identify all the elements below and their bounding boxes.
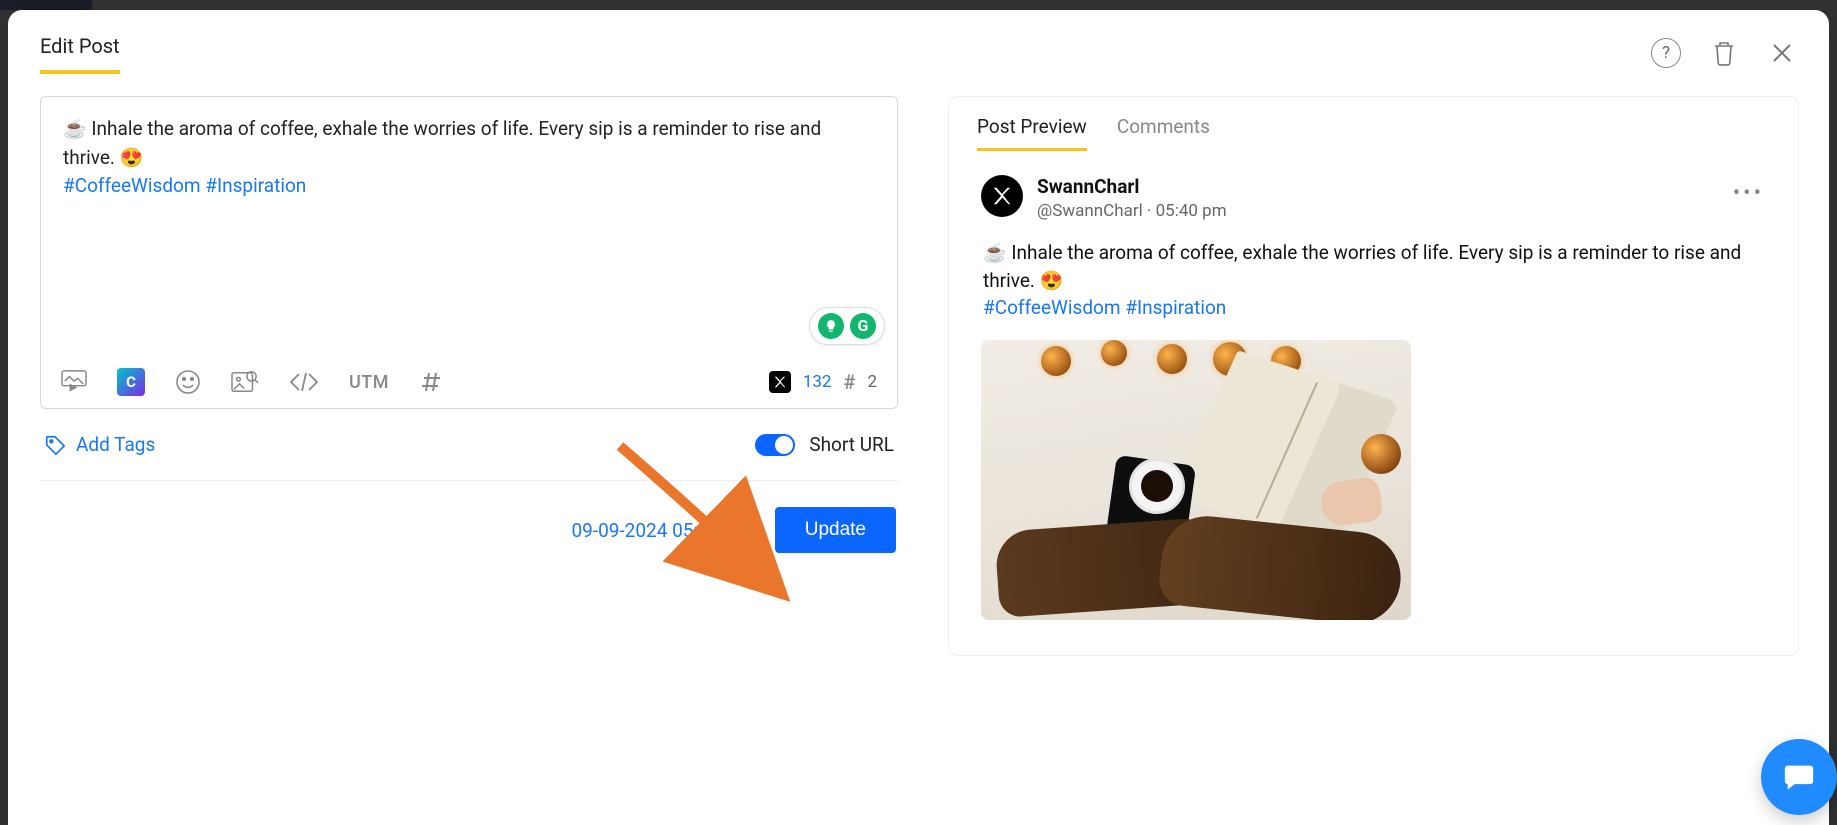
hashtag-icon[interactable] <box>419 370 443 394</box>
schedule-datetime[interactable]: 09-09-2024 05:18 PM <box>571 519 752 542</box>
delete-icon[interactable] <box>1709 38 1739 68</box>
help-icon[interactable]: ? <box>1651 38 1681 68</box>
composer-textarea[interactable]: ☕ Inhale the aroma of coffee, exhale the… <box>41 97 897 357</box>
preview-handle: @SwannCharl · 05:40 pm <box>1037 201 1227 221</box>
modal-header: Edit Post ? <box>8 10 1829 74</box>
code-icon[interactable] <box>289 372 319 392</box>
composer-hashtags: #CoffeeWisdom #Inspiration <box>63 174 306 197</box>
preview-username: SwannCharl <box>1037 175 1227 198</box>
media-icon[interactable] <box>61 370 87 394</box>
lightbulb-icon <box>818 313 844 339</box>
x-platform-icon <box>769 371 791 393</box>
chat-fab[interactable] <box>1761 739 1837 815</box>
canva-icon[interactable]: C <box>117 368 145 396</box>
grammarly-widget[interactable]: G <box>809 307 885 345</box>
preview-panel: Post Preview Comments SwannCharl @SwannC… <box>948 96 1799 656</box>
edit-post-modal: Edit Post ? ☕ Inhale the ar <box>8 10 1829 825</box>
preview-image: eric <box>981 340 1411 620</box>
hashtag-count-icon: # <box>843 370 855 394</box>
preview-text: ☕ Inhale the aroma of coffee, exhale the… <box>983 241 1741 292</box>
hashtag-count: 2 <box>867 372 877 392</box>
tag-icon <box>44 434 66 456</box>
tab-comments[interactable]: Comments <box>1117 115 1210 151</box>
more-icon[interactable]: ••• <box>1733 181 1764 206</box>
x-logo-icon <box>991 185 1013 207</box>
preview-hashtags: #CoffeeWisdom #Inspiration <box>983 296 1226 319</box>
modal-title: Edit Post <box>40 34 120 74</box>
short-url-label: Short URL <box>809 433 894 456</box>
composer-body: Inhale the aroma of coffee, exhale the w… <box>63 117 821 169</box>
grammarly-icon: G <box>850 313 876 339</box>
composer-toolbar: C <box>41 357 897 408</box>
update-button[interactable]: Update <box>775 507 896 553</box>
short-url-toggle[interactable] <box>755 434 795 456</box>
avatar <box>981 175 1023 217</box>
post-composer: ☕ Inhale the aroma of coffee, exhale the… <box>40 96 898 409</box>
chat-icon <box>1782 760 1816 794</box>
tab-post-preview[interactable]: Post Preview <box>977 115 1087 151</box>
char-count: 132 <box>803 372 832 392</box>
emoji-icon[interactable] <box>175 369 201 395</box>
close-icon[interactable] <box>1767 38 1797 68</box>
utm-button[interactable]: UTM <box>349 372 389 393</box>
composer-emoji: ☕ <box>63 117 91 140</box>
image-search-icon[interactable] <box>231 369 259 395</box>
add-tags-button[interactable]: Add Tags <box>44 433 155 456</box>
